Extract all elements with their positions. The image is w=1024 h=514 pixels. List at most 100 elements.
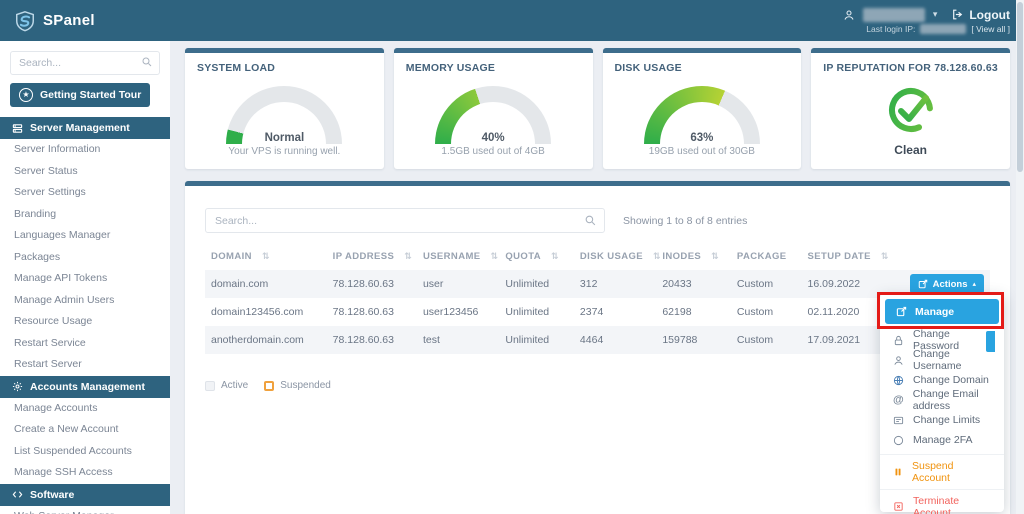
cell-disk-usage: 4464 <box>574 326 656 354</box>
last-login-line: Last login IP: [ View all ] <box>866 24 1010 34</box>
cell-quota: Unlimited <box>499 326 574 354</box>
suspended-status-swatch <box>264 381 274 391</box>
column-header-ip-address[interactable]: IP ADDRESS⇅ <box>327 243 417 270</box>
menu-item-terminate-account[interactable]: Terminate Account <box>880 493 1004 514</box>
cell-inodes: 20433 <box>656 270 731 298</box>
logout-button[interactable]: Logout <box>951 8 1010 22</box>
status-cards-row: SYSTEM LOAD Normal Your VPS is running w… <box>185 48 1010 169</box>
menu-item-change-limits[interactable]: Change Limits <box>880 410 1004 430</box>
cell-ip: 78.128.60.63 <box>327 270 417 298</box>
sidebar-item-branding[interactable]: Branding <box>0 204 170 226</box>
sidebar-item-server-settings[interactable]: Server Settings <box>0 182 170 204</box>
menu-item-suspend-account[interactable]: Suspend Account <box>880 458 1004 485</box>
sidebar-item-packages[interactable]: Packages <box>0 247 170 269</box>
sidebar-item-server-information[interactable]: Server Information <box>0 139 170 161</box>
sidebar-item-manage-admin-users[interactable]: Manage Admin Users <box>0 290 170 312</box>
menu-item-change-domain[interactable]: Change Domain <box>880 370 1004 390</box>
memory-usage-card: MEMORY USAGE 40% 1.5GB used out of 4GB <box>394 48 593 169</box>
sort-icon: ⇅ <box>551 251 559 261</box>
tour-compass-icon: ★ <box>19 88 33 102</box>
brand-name: SPanel <box>43 12 95 29</box>
sort-icon: ⇅ <box>711 251 719 261</box>
server-icon <box>12 123 23 134</box>
sidebar-item-manage-accounts[interactable]: Manage Accounts <box>0 398 170 420</box>
table-row: domain.com 78.128.60.63 user Unlimited 3… <box>205 270 990 298</box>
sidebar-item-list-suspended-accounts[interactable]: List Suspended Accounts <box>0 441 170 463</box>
cell-disk-usage: 312 <box>574 270 656 298</box>
showing-entries-text: Showing 1 to 8 of 8 entries <box>623 215 747 227</box>
chevron-down-icon[interactable]: ▾ <box>933 9 938 20</box>
memory-usage-value: 40% <box>435 132 551 144</box>
cell-username: test <box>417 326 499 354</box>
last-login-ip-redacted <box>920 24 966 34</box>
menu-item-change-username[interactable]: Change Username <box>880 350 1004 370</box>
disk-usage-subtitle: 19GB used out of 30GB <box>615 146 790 157</box>
brand: SPanel <box>0 10 170 32</box>
table-search-input[interactable] <box>205 208 605 233</box>
username-redacted[interactable] <box>863 8 925 22</box>
view-all-link[interactable]: [ View all ] <box>971 24 1010 34</box>
cell-ip: 78.128.60.63 <box>327 326 417 354</box>
sidebar-item-manage-api-tokens[interactable]: Manage API Tokens <box>0 268 170 290</box>
user-icon <box>893 355 904 366</box>
sort-icon: ⇅ <box>404 251 412 261</box>
disk-usage-card: DISK USAGE 63% 19GB used out of 30GB <box>603 48 802 169</box>
system-load-card: SYSTEM LOAD Normal Your VPS is running w… <box>185 48 384 169</box>
spanel-logo-icon <box>14 10 36 32</box>
actions-button[interactable]: Actions ▴ <box>910 274 984 294</box>
search-icon <box>584 214 597 227</box>
at-icon: @ <box>893 394 904 406</box>
getting-started-tour-button[interactable]: ★ Getting Started Tour <box>10 83 150 107</box>
memory-usage-gauge: 40% <box>435 86 551 144</box>
sidebar-section-server-management[interactable]: Server Management <box>0 117 170 139</box>
sidebar-item-languages-manager[interactable]: Languages Manager <box>0 225 170 247</box>
menu-item-manage-2fa[interactable]: Manage 2FA <box>880 430 1004 450</box>
sidebar-item-manage-ssh-access[interactable]: Manage SSH Access <box>0 462 170 484</box>
column-header-actions <box>896 243 990 270</box>
sidebar-item-restart-server[interactable]: Restart Server <box>0 354 170 376</box>
code-icon <box>12 489 23 500</box>
sidebar-item-create-new-account[interactable]: Create a New Account <box>0 419 170 441</box>
sidebar-search <box>10 51 160 75</box>
search-icon <box>141 56 153 68</box>
clock-icon <box>893 435 904 446</box>
column-header-inodes[interactable]: INODES⇅ <box>656 243 731 270</box>
sidebar-item-restart-service[interactable]: Restart Service <box>0 333 170 355</box>
cell-disk-usage: 2374 <box>574 298 656 326</box>
cell-package: Custom <box>731 270 802 298</box>
ip-reputation-status: Clean <box>823 143 998 157</box>
sidebar-section-software[interactable]: Software <box>0 484 170 506</box>
menu-item-change-email[interactable]: @ Change Email address <box>880 390 1004 410</box>
column-header-disk-usage[interactable]: DISK USAGE⇅ <box>574 243 656 270</box>
table-row: anotherdomain.com 78.128.60.63 test Unli… <box>205 326 990 354</box>
page-scrollbar <box>1016 0 1024 514</box>
external-link-icon <box>896 306 907 317</box>
sidebar-item-web-server-manager[interactable]: Web Server Manager <box>0 506 170 514</box>
close-square-icon <box>893 501 904 512</box>
memory-usage-subtitle: 1.5GB used out of 4GB <box>406 146 581 157</box>
sliders-icon <box>893 415 904 426</box>
cell-quota: Unlimited <box>499 298 574 326</box>
sidebar-item-server-status[interactable]: Server Status <box>0 161 170 183</box>
pause-icon <box>893 467 903 477</box>
cell-quota: Unlimited <box>499 270 574 298</box>
column-header-username[interactable]: USERNAME⇅ <box>417 243 499 270</box>
column-header-package[interactable]: PACKAGE <box>731 243 802 270</box>
cell-domain: domain123456.com <box>205 298 327 326</box>
sort-icon: ⇅ <box>653 251 661 261</box>
cell-username: user <box>417 270 499 298</box>
column-header-domain[interactable]: DOMAIN⇅ <box>205 243 327 270</box>
menu-item-manage[interactable]: Manage <box>885 299 999 324</box>
sidebar-search-input[interactable] <box>10 51 160 75</box>
sidebar-section-accounts-management[interactable]: Accounts Management <box>0 376 170 398</box>
scrollbar-thumb[interactable] <box>1017 2 1023 172</box>
sidebar: ★ Getting Started Tour Server Management… <box>0 41 170 514</box>
column-header-setup-date[interactable]: SETUP DATE⇅ <box>802 243 896 270</box>
card-title: IP REPUTATION FOR 78.128.60.63 <box>823 62 998 74</box>
column-header-quota[interactable]: QUOTA⇅ <box>499 243 574 270</box>
sidebar-item-resource-usage[interactable]: Resource Usage <box>0 311 170 333</box>
card-title: DISK USAGE <box>615 62 790 74</box>
cell-package: Custom <box>731 298 802 326</box>
check-circle-icon <box>885 84 937 136</box>
system-load-status: Normal <box>226 132 342 144</box>
